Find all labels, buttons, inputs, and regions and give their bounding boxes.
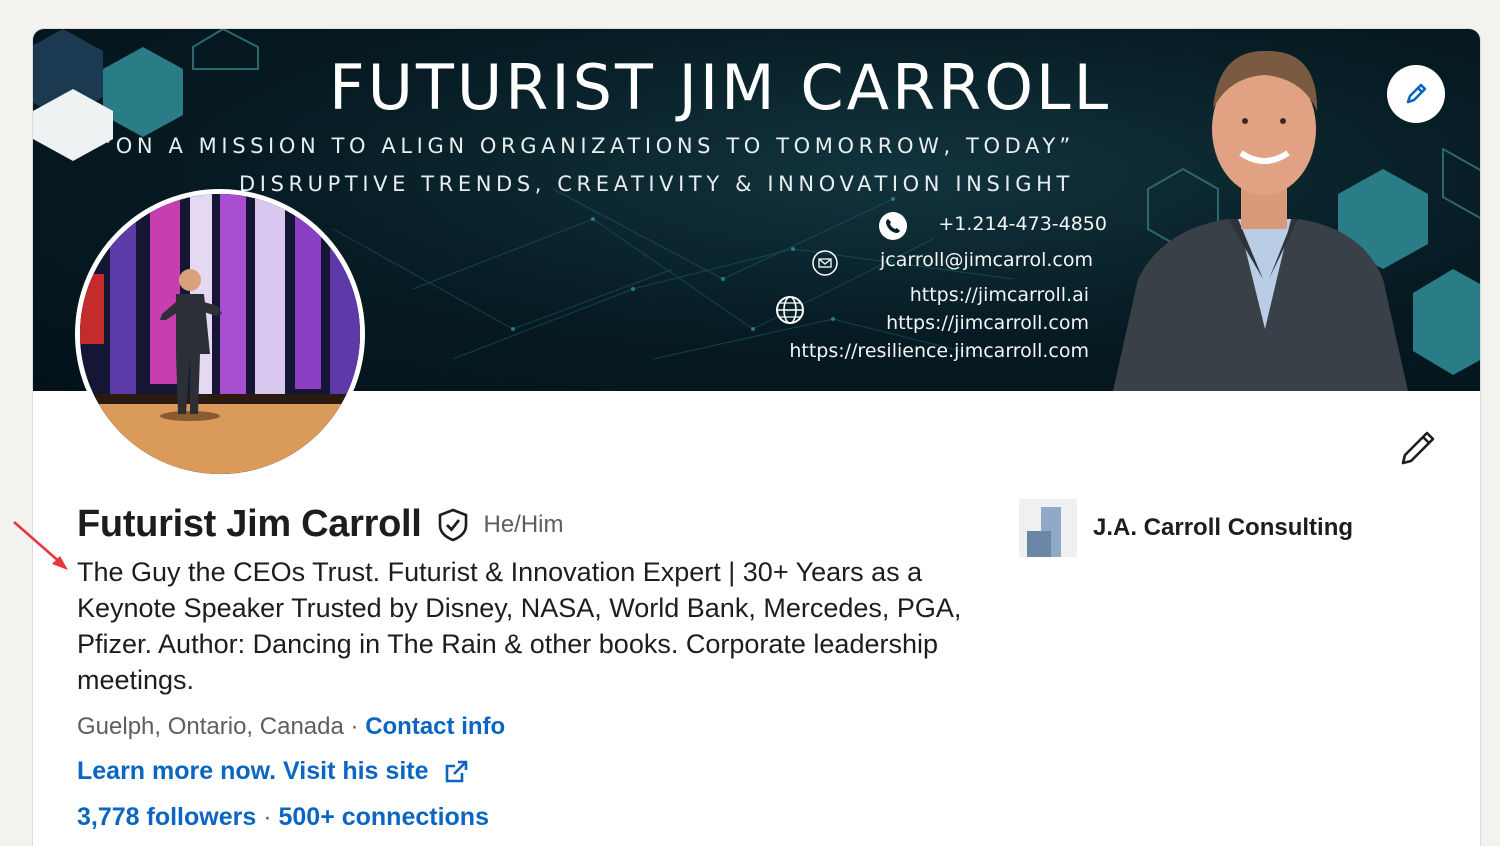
location: Guelph, Ontario, Canada (77, 713, 344, 740)
profile-card: FUTURIST JIM CARROLL “ON A MISSION TO AL… (32, 28, 1481, 846)
banner-email: jcarroll@jimcarrol.com (880, 249, 1093, 271)
pencil-icon[interactable] (1395, 427, 1439, 471)
profile-headline: The Guy the CEOs Trust. Futurist & Innov… (77, 557, 962, 695)
annotation-arrow-icon (13, 521, 68, 570)
profile-photo-image (80, 194, 360, 474)
separator-dot: · (263, 803, 279, 831)
location-row: Guelph, Ontario, Canada · Contact info (77, 713, 505, 741)
current-company[interactable]: J.A. Carroll Consulting (1019, 499, 1353, 557)
external-link-icon[interactable] (443, 759, 469, 785)
separator-dot: · (350, 713, 366, 740)
banner-phone: +1.214-473-4850 (938, 213, 1107, 235)
banner-tagline: “ON A MISSION TO ALIGN ORGANIZATIONS TO … (101, 134, 1075, 158)
profile-photo[interactable] (75, 189, 365, 479)
connections-link[interactable]: 500+ connections (278, 803, 489, 831)
verified-shield-icon[interactable] (436, 508, 470, 542)
banner-website-3: https://resilience.jimcarroll.com (789, 340, 1089, 362)
network-stats-row: 3,778 followers · 500+ connections (77, 803, 489, 832)
email-icon (812, 250, 838, 276)
profile-name: Futurist Jim Carroll (77, 503, 422, 545)
pronouns: He/Him (483, 510, 564, 538)
banner-website-2: https://jimcarroll.com (886, 312, 1089, 334)
banner-title: FUTURIST JIM CARROLL (329, 51, 1112, 124)
edit-banner-button[interactable] (1387, 65, 1445, 123)
company-name: J.A. Carroll Consulting (1093, 514, 1354, 541)
banner-website-1: https://jimcarroll.ai (909, 284, 1089, 306)
phone-icon (879, 212, 907, 240)
custom-button-row: Learn more now. Visit his site (77, 757, 469, 786)
globe-icon (776, 296, 804, 324)
visit-site-link[interactable]: Learn more now. Visit his site (77, 757, 429, 786)
contact-info-link[interactable]: Contact info (365, 713, 505, 740)
name-row: Futurist Jim Carroll He/Him (77, 503, 564, 546)
company-logo (1019, 499, 1077, 557)
banner-subtitle: DISRUPTIVE TRENDS, CREATIVITY & INNOVATI… (239, 172, 1074, 196)
followers-link[interactable]: 3,778 followers (77, 803, 256, 831)
edit-banner-icon (1406, 83, 1427, 104)
